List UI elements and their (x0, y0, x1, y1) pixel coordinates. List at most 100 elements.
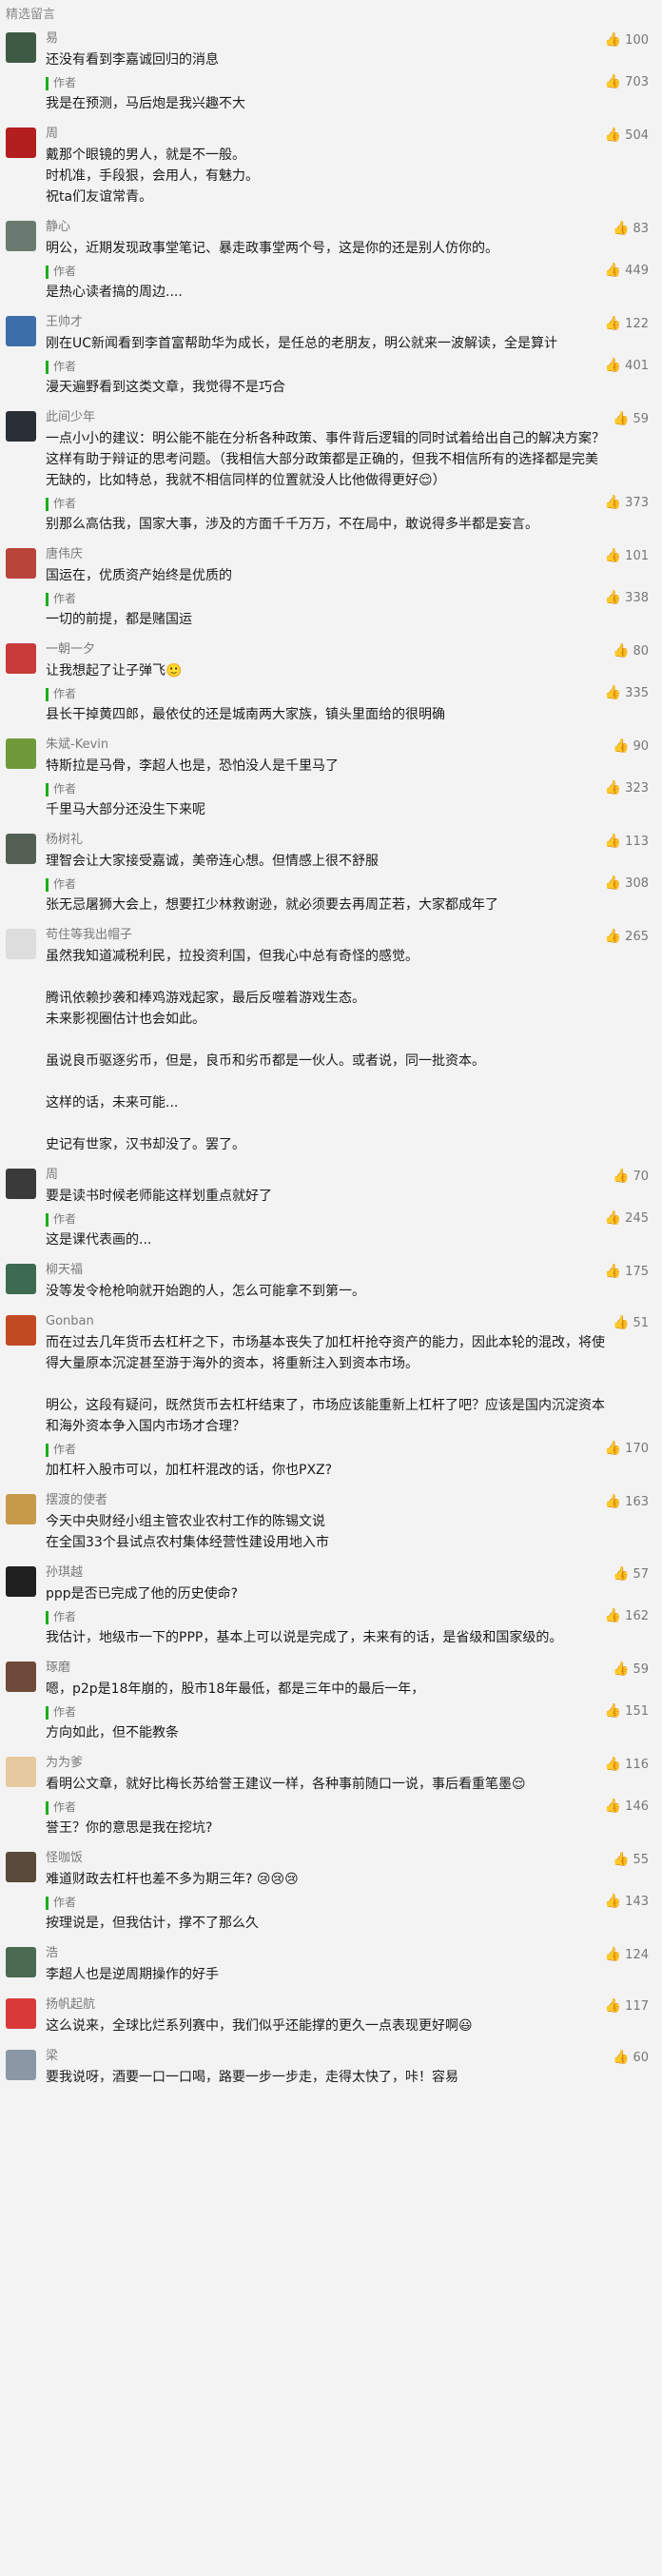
comment-text: 刚在UC新闻看到李首富帮助华为成长，是任总的老朋友，明公就来一波解读，全是算计 (46, 336, 558, 351)
avatar[interactable] (6, 1852, 36, 1882)
author-label: 作者 (53, 687, 77, 700)
like-button[interactable]: 👍 124 (605, 1947, 649, 1962)
comment-text: 还没有看到李嘉诚回归的消息 (46, 52, 219, 68)
avatar[interactable] (6, 128, 36, 158)
author-bar-marker (46, 77, 49, 90)
thumb-up-icon: 👍 (613, 1852, 630, 1867)
avatar[interactable] (6, 1494, 36, 1524)
avatar[interactable] (6, 221, 36, 251)
thumb-up-icon: 👍 (604, 263, 622, 278)
like-count: 113 (625, 834, 649, 849)
like-button[interactable]: 👍 59 (613, 411, 649, 426)
like-button[interactable]: 👍 122 (605, 316, 649, 331)
like-button[interactable]: 👍 163 (605, 1494, 649, 1509)
reply-like-button[interactable]: 👍 338 (605, 590, 649, 605)
author-reply: 作者 👍 143 按理说是，但我估计，撑不了那么久 (46, 1894, 649, 1934)
avatar[interactable] (6, 32, 36, 63)
like-count: 55 (633, 1852, 649, 1867)
like-button[interactable]: 👍 83 (613, 221, 649, 236)
commenter-name: 此间少年 (46, 410, 96, 424)
avatar[interactable] (6, 643, 36, 674)
commenter-name: 为为爹 (46, 1756, 84, 1770)
reply-like-button[interactable]: 👍 308 (605, 875, 649, 891)
reply-like-button[interactable]: 👍 373 (605, 495, 649, 510)
avatar[interactable] (6, 411, 36, 442)
reply-like-button[interactable]: 👍 401 (605, 358, 649, 373)
avatar[interactable] (6, 1264, 36, 1294)
comment-text: 让我想起了让子弹飞🙂 (46, 663, 183, 678)
comment-item: 浩 👍 124 李超人也是逆周期操作的好手 (0, 1939, 662, 1991)
reply-like-button[interactable]: 👍 703 (605, 74, 649, 89)
like-button[interactable]: 👍 117 (605, 1998, 649, 2014)
like-button[interactable]: 👍 80 (613, 643, 649, 659)
like-button[interactable]: 👍 265 (605, 929, 649, 944)
like-button[interactable]: 👍 101 (605, 548, 649, 563)
author-label: 作者 (53, 877, 77, 891)
avatar[interactable] (6, 1757, 36, 1787)
thumb-up-icon: 👍 (604, 1894, 622, 1909)
reply-like-button[interactable]: 👍 143 (605, 1894, 649, 1909)
author-bar-marker (46, 1801, 49, 1815)
like-button[interactable]: 👍 113 (605, 834, 649, 849)
thumb-up-icon: 👍 (604, 495, 622, 510)
avatar[interactable] (6, 1169, 36, 1199)
like-button[interactable]: 👍 175 (605, 1264, 649, 1279)
thumb-up-icon: 👍 (604, 1947, 622, 1962)
like-count: 57 (633, 1566, 649, 1582)
avatar[interactable] (6, 1998, 36, 2029)
like-count: 51 (633, 1315, 649, 1330)
reply-text: 是热心读者搞的周边.... (46, 285, 183, 300)
author-label: 作者 (53, 497, 77, 510)
like-button[interactable]: 👍 59 (613, 1662, 649, 1677)
avatar[interactable] (6, 1315, 36, 1346)
reply-like-button[interactable]: 👍 151 (605, 1703, 649, 1719)
reply-like-button[interactable]: 👍 146 (605, 1799, 649, 1814)
commenter-name: 杨树礼 (46, 833, 84, 847)
author-bar-marker (46, 688, 49, 701)
avatar[interactable] (6, 2050, 36, 2080)
comment-text: ppp是否已完成了他的历史使命? (46, 1586, 239, 1602)
thumb-up-icon: 👍 (604, 1264, 622, 1279)
reply-like-button[interactable]: 👍 245 (605, 1210, 649, 1226)
commenter-name: 梁 (46, 2049, 59, 2063)
like-button[interactable]: 👍 90 (613, 738, 649, 754)
like-button[interactable]: 👍 504 (605, 128, 649, 143)
like-count: 59 (633, 1662, 649, 1677)
commenter-name: 朱斌-Kevin (46, 737, 109, 752)
comment-item: 梁 👍 60 要我说呀，酒要一口一口喝，路要一步一步走，走得太快了，咔！容易 (0, 2042, 662, 2094)
avatar[interactable] (6, 738, 36, 769)
reply-like-button[interactable]: 👍 170 (605, 1441, 649, 1456)
reply-like-button[interactable]: 👍 162 (605, 1608, 649, 1623)
reply-like-button[interactable]: 👍 323 (605, 780, 649, 796)
reply-like-button[interactable]: 👍 449 (605, 263, 649, 278)
like-button[interactable]: 👍 57 (613, 1566, 649, 1582)
like-button[interactable]: 👍 60 (613, 2050, 649, 2065)
reply-text: 按理说是，但我估计，撑不了那么久 (46, 1916, 259, 1931)
thumb-up-icon: 👍 (613, 1566, 630, 1582)
like-button[interactable]: 👍 70 (613, 1169, 649, 1184)
comment-item: 孙琪越 👍 57 ppp是否已完成了他的历史使命? 作者 👍 162 我估计，地级市一下的PP… (0, 1559, 662, 1654)
avatar[interactable] (6, 929, 36, 959)
reply-text: 这是课代表画的... (46, 1232, 152, 1248)
avatar[interactable] (6, 1566, 36, 1597)
reply-like-button[interactable]: 👍 335 (605, 685, 649, 700)
reply-text: 别那么高估我，国家大事，涉及的方面千千万万，不在局中，敢说得多半都是妄言。 (46, 517, 538, 532)
avatar[interactable] (6, 1947, 36, 1977)
avatar[interactable] (6, 548, 36, 579)
avatar[interactable] (6, 1662, 36, 1692)
thumb-up-icon: 👍 (604, 1441, 622, 1456)
like-button[interactable]: 👍 100 (605, 32, 649, 48)
avatar[interactable] (6, 316, 36, 346)
avatar[interactable] (6, 834, 36, 864)
author-reply: 作者 👍 162 我估计，地级市一下的PPP，基本上可以说是完成了，未来有的话，是省级… (46, 1608, 649, 1648)
like-button[interactable]: 👍 116 (605, 1757, 649, 1772)
comment-list: 易 👍 100 还没有看到李嘉诚回归的消息 作者 👍 703 我是在预测，马后炮是我兴趣不大周… (0, 25, 662, 2094)
like-button[interactable]: 👍 51 (613, 1315, 649, 1330)
reply-text: 誉王？你的意思是我在挖坑? (46, 1820, 213, 1836)
like-button[interactable]: 👍 55 (613, 1852, 649, 1867)
reply-like-count: 151 (625, 1703, 649, 1719)
reply-text: 我是在预测，马后炮是我兴趣不大 (46, 96, 245, 111)
like-count: 83 (633, 221, 649, 236)
commenter-name: 柳天福 (46, 1263, 84, 1277)
author-label: 作者 (53, 1610, 77, 1623)
